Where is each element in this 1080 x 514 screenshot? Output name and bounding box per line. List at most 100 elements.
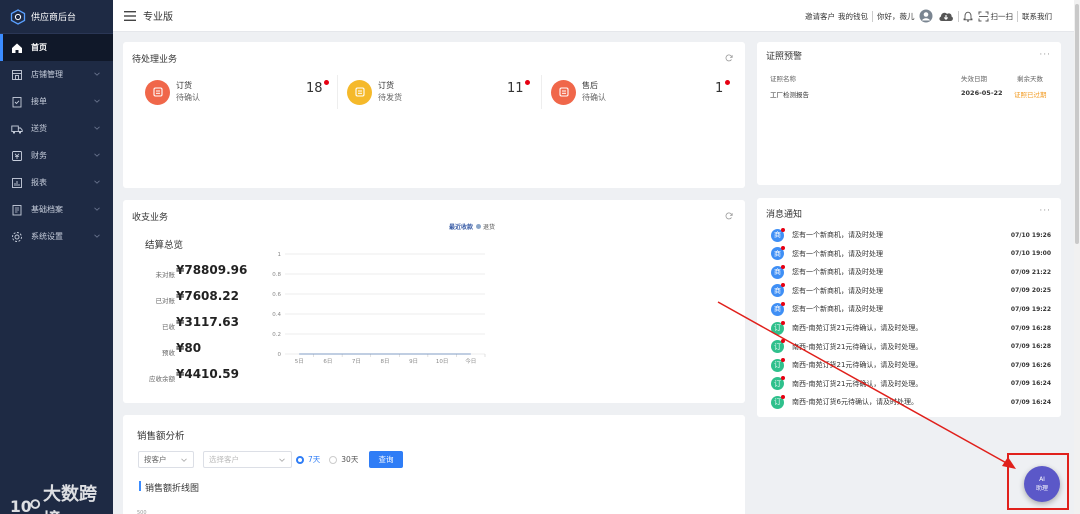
- notification-dot: [525, 80, 530, 85]
- pending-name: 订货: [378, 81, 394, 90]
- legend-income[interactable]: 最近收款: [449, 222, 473, 231]
- query-button[interactable]: 查询: [369, 451, 403, 468]
- sidebar-item-2[interactable]: 接单: [0, 88, 113, 115]
- refresh-icon[interactable]: [725, 54, 733, 62]
- contact-link[interactable]: 联系我们: [1022, 11, 1052, 22]
- more-icon[interactable]: ···: [1039, 206, 1051, 216]
- message-text: 您有一个新商机，请及时处理: [792, 286, 883, 295]
- chart-title-marker: [139, 481, 141, 491]
- sidebar-item-7[interactable]: 系统设置: [0, 223, 113, 250]
- x-tick-label: 8日: [381, 358, 390, 365]
- menu-toggle-icon[interactable]: [124, 10, 136, 21]
- card-title: 消息通知: [766, 210, 803, 220]
- chevron-down-icon: [181, 458, 187, 462]
- topbar: 专业版 邀请客户 我的钱包 你好，薇儿 扫一扫 联系我们: [113, 0, 1080, 32]
- archive-icon: [12, 204, 22, 215]
- badge-text: 商: [774, 249, 781, 258]
- invite-link[interactable]: 邀请客户: [805, 11, 835, 22]
- sidebar-item-3[interactable]: 送货: [0, 115, 113, 142]
- sidebar-item-6[interactable]: 基础档案: [0, 196, 113, 223]
- legend-refund[interactable]: 退货: [483, 222, 495, 231]
- wallet-link[interactable]: 我的钱包: [838, 11, 868, 22]
- pending-item[interactable]: 售后 待确认: [551, 75, 606, 109]
- y-tick-label: 0.6: [272, 292, 281, 298]
- order-icon: [12, 96, 22, 107]
- pending-item[interactable]: 订货 待确认: [145, 75, 200, 109]
- message-badge: 订: [771, 357, 785, 372]
- message-item[interactable]: 商 您有一个新商机，请及时处理 07/10 19:26: [771, 226, 1051, 244]
- stat-label: 已对账: [155, 297, 176, 305]
- radio-7days-label[interactable]: 7天: [308, 454, 320, 465]
- filter-select[interactable]: 按客户: [138, 451, 194, 468]
- pending-count[interactable]: 18: [306, 81, 323, 96]
- message-time: 07/09 16:24: [1010, 380, 1051, 388]
- message-time: 07/09 21:22: [1010, 268, 1051, 276]
- chevron-down-icon: [94, 153, 100, 157]
- unread-dot: [781, 264, 785, 269]
- radio-7days[interactable]: [296, 455, 304, 464]
- message-time: 07/09 19:22: [1010, 305, 1051, 313]
- message-item[interactable]: 商 您有一个新商机，请及时处理 07/09 21:22: [771, 263, 1051, 281]
- message-time: 07/10 19:00: [1010, 250, 1051, 258]
- pending-item[interactable]: 订货 待发货: [347, 75, 402, 109]
- cert-col-date: 失效日期: [961, 75, 987, 83]
- order-icon: [347, 79, 372, 105]
- finance-card: 收支业务 最近收款 退货 结算总览 未对账 ¥78809.96 已对账 ¥7608.2…: [123, 200, 745, 403]
- message-item[interactable]: 订 南西-南苑订货21元待确认，请及时处理。 07/09 16:24: [771, 375, 1051, 393]
- message-time: 07/10 19:26: [1010, 231, 1051, 239]
- scan-icon[interactable]: [978, 11, 989, 22]
- sidebar-item-0[interactable]: 首页: [0, 34, 113, 61]
- chevron-down-icon: [94, 207, 100, 211]
- sidebar-item-1[interactable]: 店铺管理: [0, 61, 113, 88]
- avatar-icon[interactable]: [919, 9, 933, 23]
- radio-30days[interactable]: [329, 455, 338, 464]
- cloud-download-icon[interactable]: [938, 10, 954, 22]
- message-item[interactable]: 商 您有一个新商机，请及时处理 07/09 19:22: [771, 300, 1051, 318]
- message-item[interactable]: 商 您有一个新商机，请及时处理 07/10 19:00: [771, 245, 1051, 263]
- message-item[interactable]: 订 南西-南苑订货21元待确认，请及时处理。 07/09 16:28: [771, 338, 1051, 356]
- page-scrollbar[interactable]: [1074, 0, 1080, 514]
- cert-row-name: 工厂检测报告: [770, 91, 809, 99]
- x-tick-label: 6日: [323, 358, 332, 365]
- gear-icon: [12, 231, 22, 242]
- stat-label: 已收: [162, 323, 175, 331]
- message-badge: 订: [771, 394, 785, 409]
- ai-assistant-button[interactable]: AI 助理: [1024, 466, 1060, 502]
- sidebar-item-4[interactable]: 财务: [0, 142, 113, 169]
- pending-count[interactable]: 11: [507, 81, 524, 96]
- message-item[interactable]: 订 南西-南苑订货21元待确认，请及时处理。 07/09 16:26: [771, 356, 1051, 374]
- customer-select[interactable]: 选择客户: [203, 451, 292, 468]
- brand[interactable]: 供应商后台: [0, 0, 113, 34]
- ai-label-sub: 助理: [1035, 485, 1048, 492]
- pending-count[interactable]: 1: [715, 81, 723, 96]
- refresh-icon[interactable]: [725, 212, 733, 220]
- divider: [1017, 10, 1018, 22]
- shop-icon: [12, 69, 22, 80]
- sales-chart-title: 销售额折线图: [145, 484, 200, 494]
- scan-link[interactable]: 扫一扫: [991, 11, 1014, 22]
- service-icon: [551, 79, 576, 105]
- message-text: 南西-南苑订货21元待确认，请及时处理。: [792, 379, 923, 388]
- y-tick-label: 0.4: [272, 312, 281, 318]
- sidebar-item-label: 首页: [31, 43, 47, 52]
- unread-dot: [781, 376, 785, 381]
- report-icon: [12, 177, 22, 188]
- badge-text: 商: [774, 268, 781, 277]
- more-icon[interactable]: ···: [1039, 50, 1051, 60]
- sidebar-item-label: 接单: [31, 97, 47, 106]
- card-title: 待处理业务: [132, 55, 178, 65]
- divider: [872, 10, 873, 22]
- stat-value: ¥4410.59: [176, 367, 240, 381]
- ai-label: AI: [1039, 476, 1045, 483]
- message-item[interactable]: 商 您有一个新商机，请及时处理 07/09 20:25: [771, 282, 1051, 300]
- message-item[interactable]: 订 南西-南苑订货21元待确认，请及时处理。 07/09 16:28: [771, 319, 1051, 337]
- message-text: 南西-南苑订货21元待确认，请及时处理。: [792, 361, 923, 370]
- sidebar-item-5[interactable]: 报表: [0, 169, 113, 196]
- finance-chart: 1 0.8 0.6 0.4 0.2 0 5日 6日 7日 8日 9日 10日 今日: [272, 252, 486, 365]
- radio-30days-label[interactable]: 30天: [341, 454, 358, 465]
- message-item[interactable]: 订 南西-南苑订货6元待确认，请及时处理。 07/09 16:24: [771, 393, 1051, 411]
- bell-icon[interactable]: [963, 11, 973, 22]
- pending-name: 订货: [176, 81, 192, 90]
- topbar-right: 邀请客户 我的钱包 你好，薇儿 扫一扫 联系我们: [805, 0, 1052, 32]
- scrollbar-thumb[interactable]: [1075, 4, 1079, 244]
